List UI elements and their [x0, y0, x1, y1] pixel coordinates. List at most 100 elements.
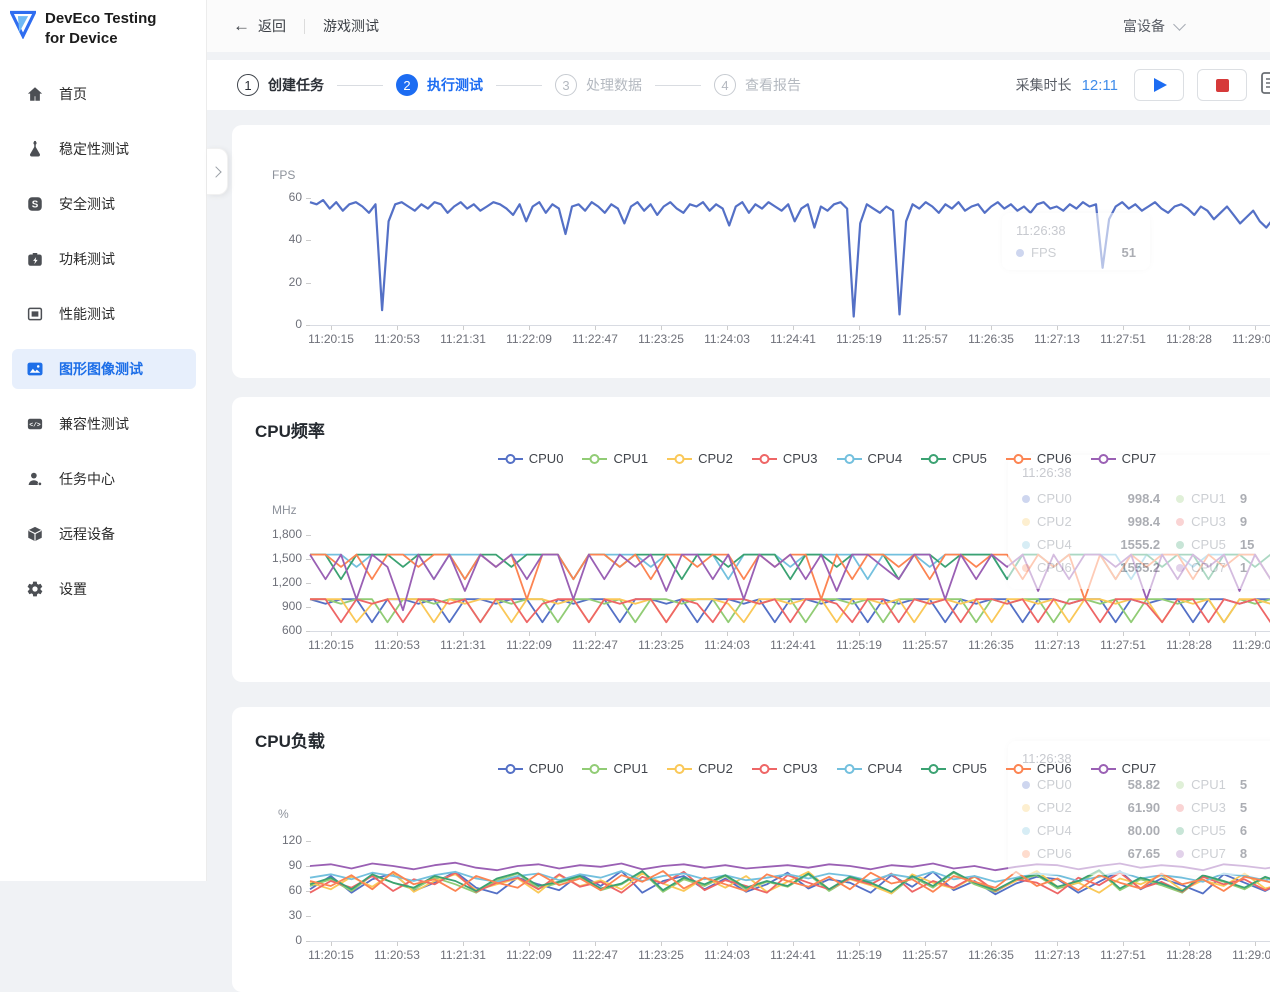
sidebar-item-home[interactable]: 首页 [12, 74, 196, 114]
legend-cpu4[interactable]: CPU4 [837, 451, 903, 466]
legend-cpu3[interactable]: CPU3 [752, 451, 818, 466]
x-axis-label: 11:24:41 [770, 332, 816, 346]
performance-test-icon [25, 304, 45, 324]
x-axis-label: 11:25:19 [836, 638, 882, 652]
x-axis-tick [529, 326, 530, 330]
stop-button[interactable] [1197, 69, 1247, 101]
tooltip-row: CPU41555.2CPU515 [1022, 533, 1270, 556]
cpu-load-chart[interactable]: %030609012011:20:1511:20:5311:21:3111:22… [232, 707, 1270, 992]
sidebar-item-graphics-test[interactable]: 图形图像测试 [12, 349, 196, 389]
task-center-icon [25, 469, 45, 489]
legend-cpu0[interactable]: CPU0 [498, 761, 564, 776]
y-axis-label: 40 [232, 232, 302, 246]
app-logo: DevEco Testing for Device [0, 0, 206, 48]
y-axis-label: 0 [232, 317, 302, 331]
legend-cpu1[interactable]: CPU1 [582, 761, 648, 776]
steps-bar: 1 创建任务 2 执行测试 3 处理数据 4 查看报告 采集时长 12:11 [207, 60, 1270, 110]
stop-icon [1216, 79, 1229, 92]
sidebar-nav: 首页 稳定性测试 S 安全测试 功耗测试 性能测试 图形图像测试 [0, 74, 206, 609]
series-dot-icon [1176, 518, 1184, 526]
play-button[interactable] [1134, 69, 1184, 101]
tooltip-row: FPS51 [1016, 245, 1136, 260]
series-dot-icon [1022, 781, 1030, 789]
sidebar-collapse-handle[interactable] [207, 148, 228, 195]
legend-cpu1[interactable]: CPU1 [582, 451, 648, 466]
legend-marker-icon [1091, 454, 1116, 464]
x-axis-label: 11:23:25 [638, 638, 684, 652]
legend-cpu7[interactable]: CPU7 [1091, 451, 1157, 466]
x-axis-label: 11:28:28 [1166, 948, 1212, 962]
sidebar-item-stability-test[interactable]: 稳定性测试 [12, 129, 196, 169]
fps-card: FPS020406011:20:1511:20:5311:21:3111:22:… [232, 125, 1270, 378]
chart-tooltip: 11:26:38 FPS51 [1002, 213, 1150, 270]
x-axis-tick [925, 326, 926, 330]
legend-cpu2[interactable]: CPU2 [667, 761, 733, 776]
sidebar-item-security-test[interactable]: S 安全测试 [12, 184, 196, 224]
back-arrow-icon[interactable]: ← [233, 16, 250, 36]
x-axis-tick [463, 942, 464, 946]
x-axis-label: 11:21:31 [440, 638, 486, 652]
y-axis-unit-label: MHz [272, 503, 297, 517]
graphics-test-icon [25, 359, 45, 379]
sidebar-item-power-test[interactable]: 功耗测试 [12, 239, 196, 279]
legend-marker-icon [752, 764, 777, 774]
legend-marker-icon [1006, 764, 1031, 774]
legend-marker-icon [921, 764, 946, 774]
fps-chart[interactable]: FPS020406011:20:1511:20:5311:21:3111:22:… [232, 125, 1270, 378]
x-axis-tick [1057, 632, 1058, 636]
x-axis-label: 11:27:51 [1100, 948, 1146, 962]
series-dot-icon [1022, 804, 1030, 812]
chevron-down-icon [1173, 18, 1186, 31]
legend-cpu6[interactable]: CPU6 [1006, 451, 1072, 466]
series-dot-icon [1176, 541, 1184, 549]
x-axis-tick [859, 632, 860, 636]
x-axis-label: 11:25:19 [836, 332, 882, 346]
legend-cpu0[interactable]: CPU0 [498, 451, 564, 466]
x-axis-tick [991, 632, 992, 636]
series-dot-icon [1022, 564, 1030, 572]
legend-cpu6[interactable]: CPU6 [1006, 761, 1072, 776]
x-axis-tick [331, 326, 332, 330]
legend-marker-icon [921, 454, 946, 464]
back-button[interactable]: 返回 [258, 16, 286, 36]
sidebar-item-remote-device[interactable]: 远程设备 [12, 514, 196, 554]
legend-cpu7[interactable]: CPU7 [1091, 761, 1157, 776]
y-axis-label: 90 [232, 858, 302, 872]
device-selector[interactable]: 富设备 [1123, 16, 1184, 36]
tooltip-timestamp: 11:26:38 [1016, 223, 1136, 238]
legend-marker-icon [582, 764, 607, 774]
security-test-icon: S [25, 194, 45, 214]
x-axis-tick [727, 942, 728, 946]
legend-cpu2[interactable]: CPU2 [667, 451, 733, 466]
legend-marker-icon [1091, 764, 1116, 774]
series-dot-icon [1176, 804, 1184, 812]
sidebar-item-compatibility-test[interactable]: </> 兼容性测试 [12, 404, 196, 444]
sidebar-item-performance-test[interactable]: 性能测试 [12, 294, 196, 334]
legend-cpu4[interactable]: CPU4 [837, 761, 903, 776]
series-dot-icon [1176, 564, 1184, 572]
x-axis-label: 11:28:28 [1166, 638, 1212, 652]
sidebar-item-task-center[interactable]: 任务中心 [12, 459, 196, 499]
legend-marker-icon [752, 454, 777, 464]
x-axis-label: 11:25:57 [902, 948, 948, 962]
step-create-task: 1 创建任务 [237, 74, 324, 96]
tooltip-row: CPU0998.4CPU19 [1022, 487, 1270, 510]
legend-cpu5[interactable]: CPU5 [921, 761, 987, 776]
y-axis-label: 900 [232, 599, 302, 613]
tooltip-row: CPU61555.2CPU71 [1022, 556, 1270, 579]
legend-cpu5[interactable]: CPU5 [921, 451, 987, 466]
x-axis-line [310, 941, 1270, 942]
report-clipped-icon[interactable] [1260, 71, 1270, 100]
x-axis-tick [1123, 942, 1124, 946]
breadcrumb: 游戏测试 [323, 16, 379, 36]
svg-text:S: S [32, 199, 39, 210]
x-axis-label: 11:20:53 [374, 332, 420, 346]
x-axis-tick [1255, 942, 1256, 946]
legend-cpu3[interactable]: CPU3 [752, 761, 818, 776]
cpu-frequency-chart[interactable]: MHz6009001,2001,5001,80011:20:1511:20:53… [232, 397, 1270, 682]
chevron-right-icon [210, 166, 221, 177]
sidebar-item-settings[interactable]: 设置 [12, 569, 196, 609]
x-axis-label: 11:20:53 [374, 948, 420, 962]
x-axis-label: 11:27:51 [1100, 638, 1146, 652]
legend-marker-icon [837, 764, 862, 774]
